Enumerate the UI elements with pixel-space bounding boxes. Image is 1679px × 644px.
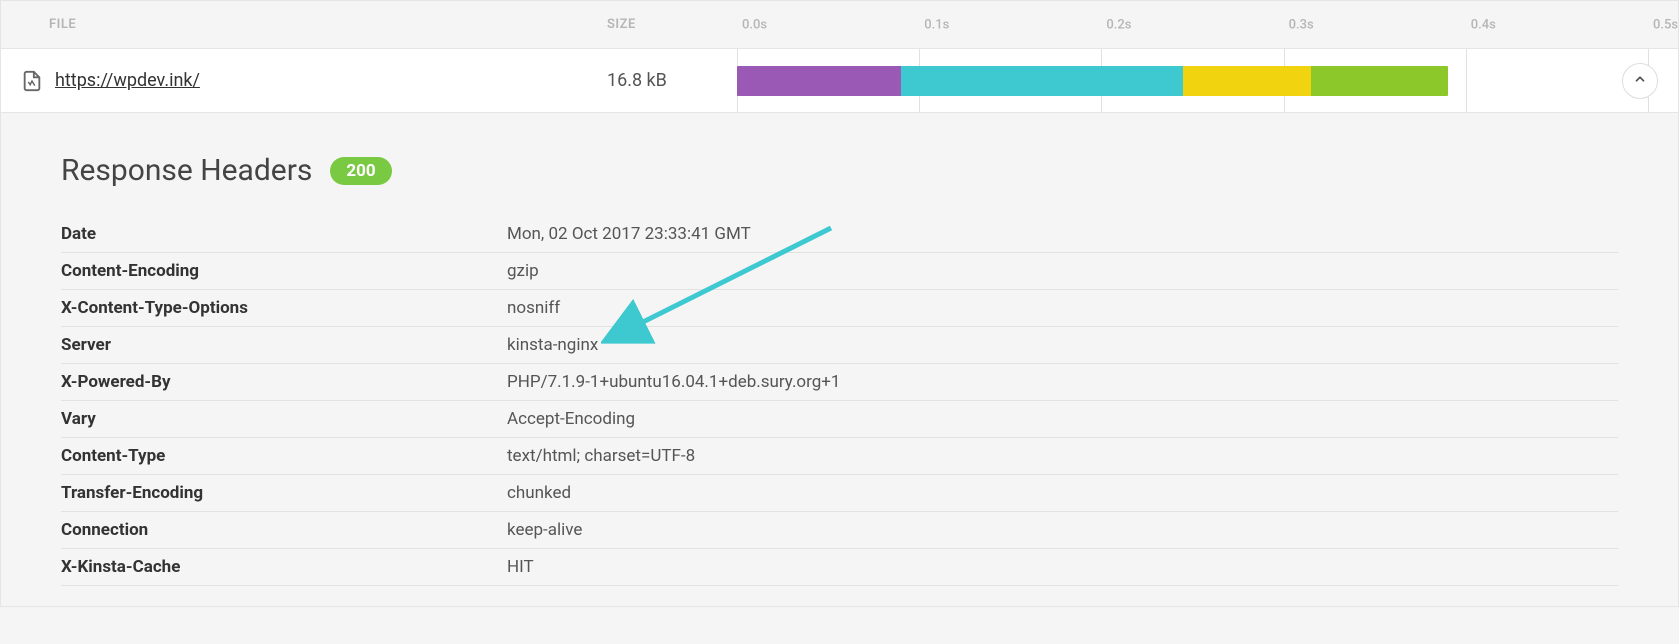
header-value: Mon, 02 Oct 2017 23:33:41 GMT [507,224,1618,244]
header-row: Content-Encodinggzip [61,253,1618,290]
header-value: gzip [507,261,1618,281]
header-value: HIT [507,557,1618,577]
header-row: Transfer-Encodingchunked [61,475,1618,512]
header-key: Date [61,224,507,244]
header-key: X-Content-Type-Options [61,298,507,318]
header-row: DateMon, 02 Oct 2017 23:33:41 GMT [61,216,1618,253]
header-row: X-Kinsta-CacheHIT [61,549,1618,586]
header-value: PHP/7.1.9-1+ubuntu16.04.1+deb.sury.org+1 [507,372,1618,392]
file-url-link[interactable]: https://wpdev.ink/ [55,70,200,91]
header-value: kinsta-nginx [507,335,1618,355]
header-key: Content-Encoding [61,261,507,281]
chevron-up-icon [1633,71,1647,90]
table-header-row: FILE SIZE 0.0s 0.1s 0.2s 0.3s 0.4s 0.5s [1,1,1678,49]
header-key: Server [61,335,507,355]
header-row: Connectionkeep-alive [61,512,1618,549]
response-details: Response Headers 200 DateMon, 02 Oct 201… [1,113,1678,606]
header-value: Accept-Encoding [507,409,1618,429]
header-row: X-Content-Type-Optionsnosniff [61,290,1618,327]
timeline-tick [1466,49,1467,112]
header-key: Connection [61,520,507,540]
file-size: 16.8 kB [607,70,737,91]
timeline-tick-label: 0.2s [1106,17,1131,32]
waterfall-segment [1311,66,1448,96]
column-header-file: FILE [49,17,607,32]
waterfall-panel: FILE SIZE 0.0s 0.1s 0.2s 0.3s 0.4s 0.5s https… [0,0,1679,607]
timeline-tick-label: 0.5s [1653,17,1678,32]
header-key: Transfer-Encoding [61,483,507,503]
waterfall-bar [737,66,1448,96]
column-header-size: SIZE [607,17,737,32]
timeline-tick-label: 0.1s [924,17,949,32]
timeline-tick-label: 0.0s [742,17,767,32]
header-key: Content-Type [61,446,507,466]
header-value: text/html; charset=UTF-8 [507,446,1618,466]
headers-table: DateMon, 02 Oct 2017 23:33:41 GMTContent… [61,216,1618,586]
header-row: Serverkinsta-nginx [61,327,1618,364]
waterfall-segment [737,66,901,96]
header-row: VaryAccept-Encoding [61,401,1618,438]
header-value: chunked [507,483,1618,503]
collapse-button[interactable] [1622,63,1658,99]
header-row: X-Powered-ByPHP/7.1.9-1+ubuntu16.04.1+de… [61,364,1618,401]
timeline-tick-label: 0.3s [1289,17,1314,32]
section-title: Response Headers [61,153,312,188]
header-value: keep-alive [507,520,1618,540]
file-row[interactable]: https://wpdev.ink/ 16.8 kB [1,49,1678,113]
header-key: Vary [61,409,507,429]
waterfall-segment [901,66,1183,96]
header-key: X-Kinsta-Cache [61,557,507,577]
header-key: X-Powered-By [61,372,507,392]
timeline-tick-label: 0.4s [1471,17,1496,32]
document-icon [21,70,43,92]
header-row: Content-Typetext/html; charset=UTF-8 [61,438,1618,475]
waterfall-timeline [737,49,1648,112]
header-value: nosniff [507,298,1618,318]
status-badge: 200 [330,157,391,185]
waterfall-segment [1183,66,1311,96]
